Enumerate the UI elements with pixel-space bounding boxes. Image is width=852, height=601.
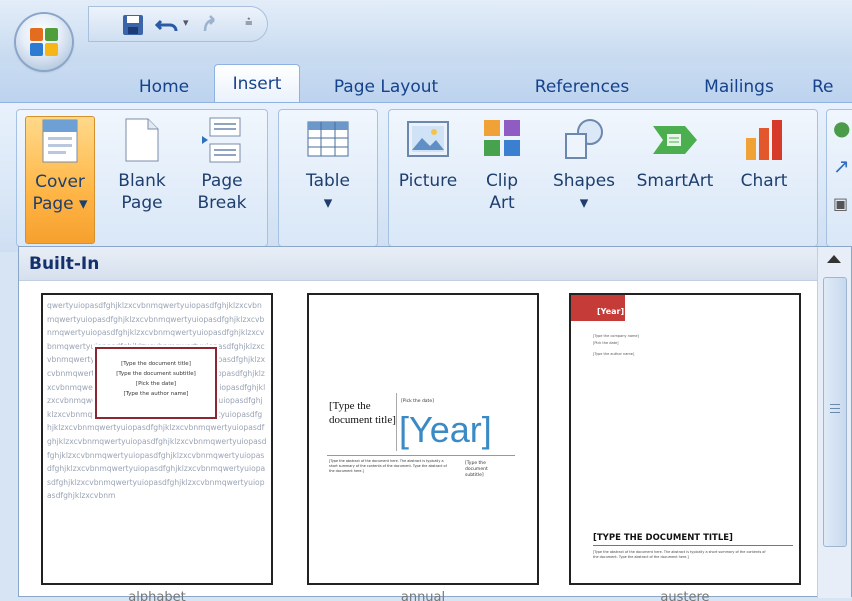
thumbnail-date: [Pick the date] bbox=[593, 341, 619, 345]
page-break-button[interactable]: Page Break bbox=[187, 116, 257, 214]
thumbnail-title: [TYPE THE DOCUMENT TITLE] bbox=[593, 533, 793, 546]
chart-label: Chart bbox=[740, 171, 788, 191]
blank-page-label-1: Blank bbox=[118, 171, 166, 191]
customize-qat-icon[interactable]: ⩮ bbox=[245, 15, 253, 30]
tables-group: Table ▾ bbox=[278, 109, 378, 247]
smartart-label: SmartArt bbox=[636, 171, 714, 191]
thumbnail-year: [Year] bbox=[597, 307, 625, 316]
office-logo-icon bbox=[30, 28, 58, 56]
clip-art-label-2: Art bbox=[489, 193, 515, 213]
shapes-label: Shapes bbox=[552, 171, 616, 191]
shapes-icon bbox=[565, 119, 603, 159]
blank-page-label-2: Page bbox=[121, 193, 163, 213]
chart-icon bbox=[746, 120, 782, 160]
thumbnail-caption-austere: austere bbox=[660, 591, 710, 601]
cover-page-button[interactable]: Cover Page ▾ bbox=[25, 116, 95, 244]
scroll-thumb[interactable] bbox=[823, 277, 847, 547]
cover-thumbnail-alphabet[interactable]: qwertyuiopasdfghjklzxcvbnmqwertyuiopasdf… bbox=[41, 293, 273, 585]
thumbnail-caption-alphabet: alphabet bbox=[128, 591, 186, 601]
thumbnail-author: [Type the author name] bbox=[593, 352, 635, 356]
thumbnail-abstract: [Type the abstract of the document here.… bbox=[593, 550, 766, 559]
thumbnail-title: [Type the document title] bbox=[329, 400, 396, 426]
page-break-label-2: Break bbox=[197, 193, 247, 213]
thumbnail-date: [Pick the date] bbox=[401, 399, 434, 404]
tab-mailings[interactable]: Mailings bbox=[686, 72, 792, 102]
shapes-dropdown-icon: ▾ bbox=[579, 193, 589, 213]
thumbnail-date: [Pick the date] bbox=[135, 381, 177, 387]
table-label: Table bbox=[306, 171, 350, 191]
table-dropdown-icon: ▾ bbox=[323, 193, 333, 213]
shapes-button[interactable]: Shapes ▾ bbox=[549, 116, 619, 214]
thumbnail-abstract: [Type the abstract of the document here.… bbox=[329, 459, 447, 473]
thumbnail-caption-annual: annual bbox=[400, 591, 446, 601]
divider bbox=[327, 455, 515, 456]
thumbnail-subtitle: [Type the document subtitle] bbox=[116, 371, 196, 377]
tab-insert[interactable]: Insert bbox=[214, 64, 300, 104]
gallery-section-header: Built-In bbox=[19, 247, 819, 281]
thumbnail-subtitle: [Type the document subtitle] bbox=[465, 461, 488, 478]
bookmark-icon[interactable]: ↗ bbox=[833, 154, 850, 178]
page-break-icon bbox=[202, 117, 241, 163]
thumbnail-year: [Year] bbox=[399, 409, 492, 450]
tab-page-layout[interactable]: Page Layout bbox=[322, 72, 450, 102]
scroll-up-icon[interactable] bbox=[827, 255, 841, 263]
thumbnail-filler-text: qwertyuiopasdfghjklzxcvbnmqwertyuiopasdf… bbox=[47, 301, 267, 501]
cover-thumbnail-austere[interactable]: [Year] [Type the company name] [Pick the… bbox=[569, 293, 801, 585]
clip-art-label-1: Clip bbox=[485, 171, 519, 191]
tab-references[interactable]: References bbox=[520, 72, 644, 102]
thumbnail-title-box: [Type the document title] [Type the docu… bbox=[93, 345, 219, 421]
undo-icon[interactable] bbox=[155, 13, 179, 37]
page-break-label-1: Page bbox=[201, 171, 243, 191]
cover-thumbnail-annual[interactable]: [Type the document title] [Pick the date… bbox=[307, 293, 539, 585]
title-bar: ▾ ⩮ bbox=[0, 0, 852, 70]
clip-art-button[interactable]: Clip Art bbox=[467, 116, 537, 214]
table-icon bbox=[307, 121, 349, 157]
cross-reference-icon[interactable]: ▣ bbox=[833, 194, 848, 213]
undo-dropdown-icon[interactable]: ▾ bbox=[183, 16, 189, 29]
chart-button[interactable]: Chart bbox=[729, 116, 799, 192]
tab-review[interactable]: Re bbox=[812, 72, 852, 102]
smartart-icon bbox=[653, 126, 697, 154]
picture-icon bbox=[407, 121, 449, 157]
table-button[interactable]: Table ▾ bbox=[293, 116, 363, 214]
quick-access-toolbar: ▾ ⩮ bbox=[88, 6, 268, 42]
tab-home[interactable]: Home bbox=[124, 72, 204, 102]
thumbnail-title: [Type the document title] bbox=[121, 361, 191, 367]
cover-page-label-1: Cover bbox=[35, 172, 85, 192]
cover-page-gallery: Built-In qwertyuiopasdfghjklzxcvbnmqwert… bbox=[18, 246, 852, 601]
hyperlink-icon[interactable]: ● bbox=[833, 116, 850, 140]
smartart-button[interactable]: SmartArt bbox=[633, 116, 717, 192]
gallery-scrollbar[interactable] bbox=[817, 247, 851, 598]
picture-label: Picture bbox=[398, 171, 458, 191]
blank-page-icon bbox=[125, 118, 159, 162]
blank-page-button[interactable]: Blank Page bbox=[107, 116, 177, 214]
thumbnail-author: [Type the author name] bbox=[123, 391, 189, 397]
ribbon: Cover Page ▾ Blank Page Page Break Table… bbox=[0, 102, 852, 252]
save-icon[interactable] bbox=[121, 13, 145, 37]
cover-page-label-2: Page ▾ bbox=[32, 194, 88, 214]
clip-art-icon bbox=[484, 120, 520, 156]
picture-button[interactable]: Picture bbox=[393, 116, 463, 192]
redo-icon[interactable] bbox=[199, 13, 223, 37]
divider bbox=[396, 393, 397, 451]
office-button[interactable] bbox=[16, 14, 72, 70]
cover-page-icon bbox=[42, 119, 78, 163]
links-group-partial: ● ↗ ▣ bbox=[826, 109, 852, 247]
thumbnail-company: [Type the company name] bbox=[593, 334, 639, 338]
ribbon-tabs: Home Insert Page Layout References Maili… bbox=[0, 62, 852, 104]
pages-group: Cover Page ▾ Blank Page Page Break bbox=[16, 109, 268, 247]
illustrations-group: Picture Clip Art Shapes ▾ SmartArt Chart bbox=[388, 109, 818, 247]
